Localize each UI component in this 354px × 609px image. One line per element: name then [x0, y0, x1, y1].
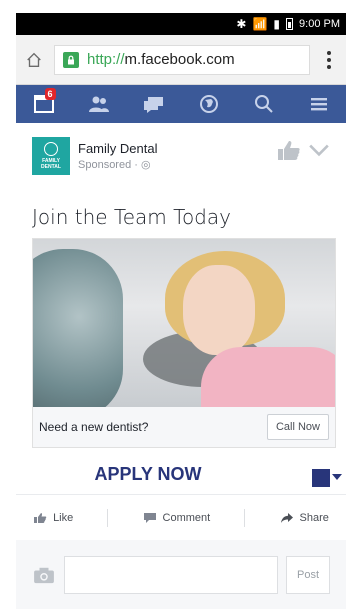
url-host: m.facebook.com: [124, 51, 235, 68]
dentist-silhouette: [33, 249, 123, 407]
ad-question: Need a new dentist?: [39, 420, 149, 434]
like-button[interactable]: Like: [33, 512, 73, 524]
camera-icon[interactable]: [32, 565, 56, 585]
like-page-area: [276, 139, 332, 161]
post-comment-button[interactable]: Post: [286, 555, 330, 594]
status-time: 9:00 PM: [299, 18, 340, 30]
call-now-button[interactable]: Call Now: [266, 414, 329, 440]
chevron-down-icon[interactable]: [306, 139, 332, 161]
post-meta: Family Dental Sponsored · ◎: [78, 141, 157, 171]
url-bar[interactable]: http://m.facebook.com: [54, 44, 310, 75]
apply-color-swatch[interactable]: [312, 469, 330, 487]
nav-messages-icon[interactable]: [134, 85, 174, 123]
url-text: http://m.facebook.com: [87, 51, 235, 68]
nav-feed-icon[interactable]: 6: [24, 85, 64, 123]
battery-icon: [286, 18, 294, 30]
comment-button[interactable]: Comment: [143, 511, 211, 524]
page-logo[interactable]: FAMILY DENTAL: [32, 137, 70, 175]
wifi-icon: 📶: [252, 17, 268, 31]
apply-row: APPLY NOW: [16, 458, 346, 494]
url-protocol: http://: [87, 51, 125, 68]
comment-input[interactable]: [64, 555, 278, 594]
sponsored-label: Sponsored · ◎: [78, 158, 157, 171]
nav-globe-icon[interactable]: [189, 85, 229, 123]
sponsored-text: Sponsored ·: [78, 159, 141, 171]
caret-down-icon[interactable]: [332, 474, 342, 480]
post-actions: Like Comment Share: [16, 494, 346, 540]
ad-image[interactable]: [33, 239, 335, 407]
ad-card[interactable]: Need a new dentist? Call Now: [32, 238, 336, 448]
browser-menu-icon[interactable]: [320, 50, 338, 69]
nav-friends-icon[interactable]: [79, 85, 119, 123]
comment-composer: Post: [16, 540, 346, 609]
page-name[interactable]: Family Dental: [78, 141, 157, 156]
notification-badge: 6: [44, 88, 56, 100]
signal-icon: ▮: [273, 17, 281, 31]
sponsored-post: FAMILY DENTAL Family Dental Sponsored · …: [16, 123, 346, 609]
action-divider: [244, 508, 246, 527]
share-icon: [280, 512, 293, 523]
post-headline: Join the Team Today: [32, 205, 231, 229]
home-icon[interactable]: [24, 50, 44, 70]
post-header: FAMILY DENTAL Family Dental Sponsored · …: [32, 137, 157, 175]
apply-now-text[interactable]: APPLY NOW: [16, 464, 280, 485]
patient-shirt: [201, 347, 335, 407]
like-label: Like: [53, 511, 74, 524]
bluetooth-icon: ✱: [236, 17, 247, 31]
comment-label: Comment: [162, 511, 211, 524]
globe-small-icon: ◎: [140, 159, 151, 171]
thumbs-up-icon[interactable]: [276, 139, 302, 161]
share-button[interactable]: Share: [280, 512, 329, 524]
logo-text: FAMILY DENTAL: [41, 158, 61, 170]
like-icon: [34, 512, 47, 523]
browser-toolbar: http://m.facebook.com: [16, 35, 346, 85]
facebook-nav-bar: 6: [16, 85, 346, 123]
nav-menu-icon[interactable]: [299, 85, 339, 123]
status-bar: ✱ 📶 ▮ 9:00 PM: [16, 13, 346, 35]
patient-face: [183, 265, 255, 355]
lock-icon: [63, 51, 79, 68]
share-label: Share: [299, 511, 329, 524]
ad-footer: Need a new dentist? Call Now: [33, 407, 335, 447]
tooth-icon: [44, 142, 58, 156]
nav-search-icon[interactable]: [244, 85, 284, 123]
comment-icon: [143, 512, 156, 523]
action-divider: [107, 508, 109, 527]
